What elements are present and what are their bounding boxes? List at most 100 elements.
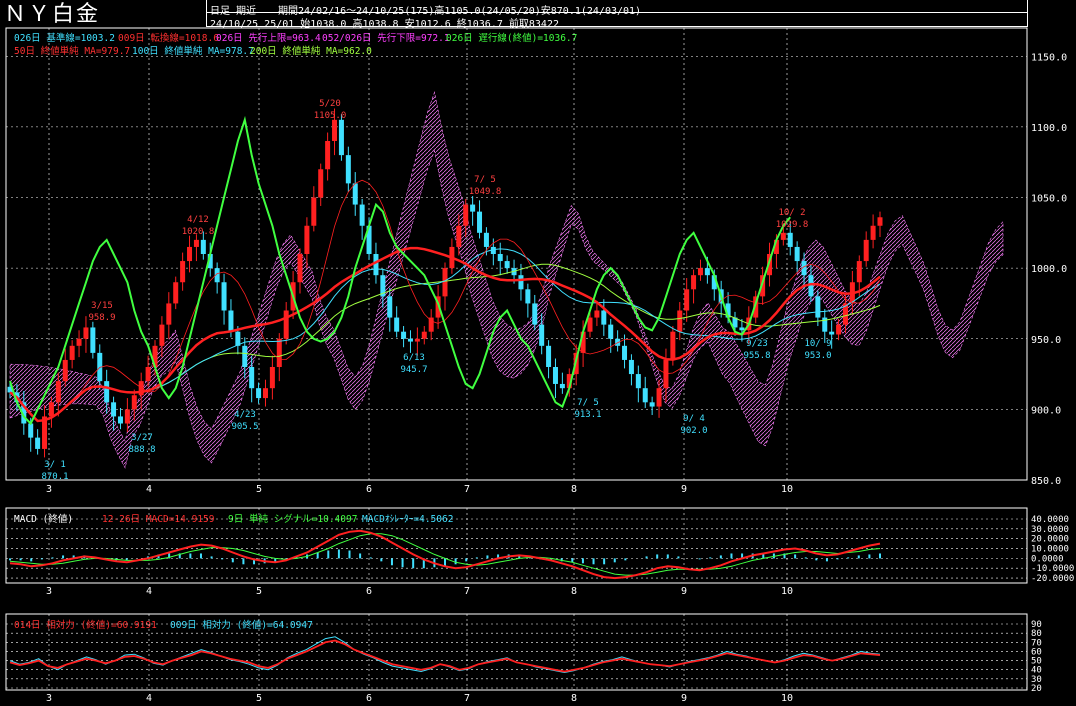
signal-line — [9, 533, 881, 576]
candle-body — [193, 239, 199, 247]
y-tick-label: 1000.0 — [1031, 264, 1067, 275]
candle-body — [200, 239, 206, 254]
candle-body — [311, 197, 317, 226]
rsi-x-tick-label: 8 — [571, 693, 577, 704]
candle-body — [262, 388, 268, 399]
candle-body — [407, 338, 413, 342]
candle-body — [539, 324, 545, 346]
candle-body — [76, 338, 82, 346]
annotation-value: 905.5 — [231, 422, 258, 432]
candle-body — [90, 327, 96, 353]
candle-body — [677, 310, 683, 332]
x-tick-label: 3 — [46, 484, 52, 495]
annotation-value: 953.0 — [804, 351, 831, 361]
candle-body — [394, 317, 400, 332]
annotation-date: 4/23 — [234, 410, 256, 420]
candle-body — [359, 204, 365, 226]
annotation-date: 10/ 2 — [778, 208, 805, 218]
candle-body — [497, 254, 503, 262]
x-tick-label: 4 — [146, 484, 152, 495]
rsi9-line — [9, 636, 881, 674]
rsi-x-tick-label: 10 — [781, 693, 793, 704]
annotation-value: 902.0 — [680, 426, 707, 436]
panel-frame-0 — [5, 27, 1028, 481]
candle-body — [691, 275, 697, 290]
annotation-value: 888.8 — [128, 445, 155, 455]
candle-body — [276, 338, 282, 367]
candle-body — [815, 296, 821, 318]
annotation-value: 945.7 — [400, 365, 427, 375]
macd-y-tick-label: 0.0000 — [1031, 554, 1064, 564]
candle-body — [173, 282, 179, 304]
candle-body — [228, 310, 234, 332]
y-tick-label: 900.0 — [1031, 405, 1061, 416]
candle-body — [463, 204, 469, 226]
candle-body — [145, 367, 151, 382]
annotation-value: 1105.0 — [314, 111, 347, 121]
candle-body — [470, 204, 476, 212]
candle-body — [532, 303, 538, 325]
candle-body — [401, 331, 407, 339]
rsi-x-tick-label: 4 — [146, 693, 152, 704]
macd-x-tick-label: 5 — [256, 586, 262, 597]
candle-body — [124, 409, 130, 424]
rsi-x-tick-label: 6 — [366, 693, 372, 704]
candle-body — [35, 437, 41, 449]
candle-body — [48, 402, 54, 417]
candle-body — [642, 388, 648, 403]
annotation-date: 3/15 — [91, 301, 113, 311]
annotation-date: 9/23 — [746, 339, 768, 349]
chikou-line — [9, 115, 791, 426]
rsi-x-tick-label: 9 — [681, 693, 687, 704]
candle-body — [594, 310, 600, 318]
annotation-value: 1049.8 — [469, 187, 502, 197]
annotation-date: 7/ 5 — [577, 398, 599, 408]
candle-body — [180, 261, 186, 283]
candle-body — [83, 327, 89, 339]
annotation-value: 1020.8 — [182, 227, 215, 237]
annotation-value: 913.1 — [574, 410, 601, 420]
macd-x-tick-label: 7 — [464, 586, 470, 597]
macd-y-tick-label: 10.0000 — [1031, 545, 1069, 555]
candle-body — [62, 359, 68, 382]
candle-body — [104, 381, 110, 403]
rsi-x-tick-label: 5 — [256, 693, 262, 704]
candle-body — [111, 402, 117, 417]
candle-body — [649, 402, 655, 407]
candle-body — [684, 289, 690, 311]
candle-body — [159, 324, 165, 346]
rsi-x-tick-label: 3 — [46, 693, 52, 704]
y-tick-label: 1050.0 — [1031, 194, 1067, 205]
candle-body — [559, 383, 565, 389]
candle-body — [387, 296, 393, 318]
candle-body — [269, 367, 275, 389]
x-tick-label: 5 — [256, 484, 262, 495]
candle-body — [794, 246, 800, 262]
candle-body — [28, 423, 34, 438]
candle-body — [55, 381, 61, 403]
candle-body — [69, 345, 75, 360]
candle-body — [131, 395, 137, 410]
annotation-date: 4/12 — [187, 215, 209, 225]
x-tick-label: 7 — [464, 484, 470, 495]
rsi14-line — [9, 639, 881, 673]
candle-body — [504, 261, 510, 269]
candle-body — [414, 338, 420, 342]
candle-body — [877, 217, 883, 226]
candle-body — [836, 324, 842, 335]
candle-body — [656, 388, 662, 407]
macd-x-tick-label: 10 — [781, 586, 793, 597]
candle-body — [780, 232, 786, 240]
macd-y-tick-label: 40.0000 — [1031, 515, 1069, 525]
candle-body — [518, 275, 524, 290]
rsi-y-tick-label: 20 — [1031, 684, 1042, 694]
candle-body — [870, 225, 876, 240]
candle-body — [338, 119, 344, 156]
x-tick-label: 8 — [571, 484, 577, 495]
x-tick-label: 9 — [681, 484, 687, 495]
candle-body — [421, 331, 427, 339]
candle-body — [325, 141, 331, 170]
candle-body — [332, 119, 338, 141]
candle-body — [601, 310, 607, 325]
y-tick-label: 950.0 — [1031, 335, 1061, 346]
